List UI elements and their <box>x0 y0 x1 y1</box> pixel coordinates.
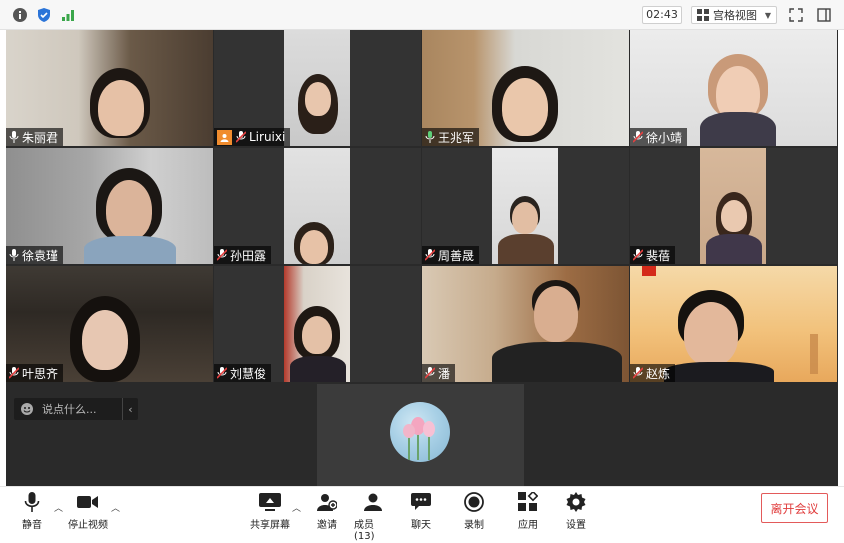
participant-name: 徐袁瑾 <box>22 248 59 263</box>
chat-bubble-icon <box>410 491 432 513</box>
video-tile[interactable]: 赵炼 <box>630 266 837 382</box>
mic-icon <box>425 131 435 143</box>
participant-name: 刘慧俊 <box>230 366 267 381</box>
video-tile[interactable]: 孙田露 <box>214 148 421 264</box>
tulip-icon <box>403 417 435 460</box>
meeting-toolbar: 静音 ︿ 停止视频 ︿ 共享屏幕 ︿ 邀请 成员(13) 聊天 录制 应用 设置… <box>0 486 844 543</box>
mic-muted-icon <box>633 367 643 379</box>
mic-muted-icon <box>236 131 246 143</box>
record-button[interactable]: 录制 <box>462 491 486 531</box>
participant-name: 周善晟 <box>438 248 475 263</box>
chat-placeholder: 说点什么... <box>42 403 97 416</box>
members-button[interactable]: 成员(13) <box>354 491 392 542</box>
party-emblem-icon <box>642 266 656 276</box>
video-tile[interactable]: 朱丽君 <box>6 30 213 146</box>
invite-button[interactable]: 邀请 <box>315 491 339 531</box>
view-mode-dropdown[interactable]: 宫格视图 ▼ <box>691 6 777 24</box>
video-tile-avatar[interactable] <box>317 384 524 486</box>
mute-options-chevron-icon[interactable]: ︿ <box>54 501 63 514</box>
participant-name: 孙田露 <box>230 248 267 263</box>
participant-name: 赵炼 <box>646 366 671 381</box>
video-tile[interactable]: 周善晟 <box>422 148 629 264</box>
participant-name: Liruixi <box>249 130 286 144</box>
apps-button[interactable]: 应用 <box>516 491 540 531</box>
apps-grid-icon <box>517 491 539 513</box>
mic-muted-icon <box>9 367 19 379</box>
sidebar-toggle-icon[interactable] <box>815 6 833 24</box>
avatar <box>390 402 450 462</box>
video-tile-active-speaker[interactable]: 王兆军 <box>422 30 629 146</box>
chat-button[interactable]: 聊天 <box>409 491 433 531</box>
mic-icon <box>21 491 43 513</box>
meeting-timer: 02:43 <box>642 6 682 24</box>
add-user-icon <box>316 491 338 513</box>
signal-icon[interactable] <box>60 7 76 23</box>
collapse-chat-button[interactable]: ‹ <box>122 398 138 420</box>
record-icon <box>463 491 485 513</box>
video-tile[interactable]: 潘 <box>422 266 629 382</box>
mic-muted-icon <box>217 249 227 261</box>
participant-name: 徐小靖 <box>646 130 683 145</box>
leave-meeting-button[interactable]: 离开会议 <box>761 493 828 523</box>
share-screen-button[interactable]: 共享屏幕 <box>249 491 291 531</box>
participant-name: 王兆军 <box>438 130 475 145</box>
stop-video-button[interactable]: 停止视频 <box>67 491 109 531</box>
mic-muted-icon <box>425 367 435 379</box>
mic-muted-icon <box>217 367 227 379</box>
emoji-icon[interactable] <box>20 402 34 416</box>
mute-button[interactable]: 静音 <box>19 491 45 531</box>
view-mode-label: 宫格视图 <box>713 9 757 22</box>
participant-name: 朱丽君 <box>22 130 59 145</box>
video-tile[interactable]: 徐袁瑾 <box>6 148 213 264</box>
chat-input[interactable]: 说点什么... ‹ <box>14 398 138 420</box>
video-tile[interactable]: Liruixi <box>214 30 421 146</box>
video-tile[interactable]: 裴蓓 <box>630 148 837 264</box>
info-icon[interactable] <box>12 7 28 23</box>
video-tile[interactable]: 徐小靖 <box>630 30 837 146</box>
video-options-chevron-icon[interactable]: ︿ <box>111 501 120 514</box>
video-tile[interactable]: 叶思齐 <box>6 266 213 382</box>
shield-icon[interactable] <box>36 7 52 23</box>
mic-muted-icon <box>425 249 435 261</box>
grid-icon <box>697 9 709 21</box>
share-options-chevron-icon[interactable]: ︿ <box>292 501 301 514</box>
mic-muted-icon <box>633 131 643 143</box>
settings-button[interactable]: 设置 <box>564 491 588 531</box>
chevron-down-icon: ▼ <box>764 10 771 20</box>
participant-name: 潘 <box>438 366 451 381</box>
video-tile[interactable]: 刘慧俊 <box>214 266 421 382</box>
mic-icon <box>9 131 19 143</box>
gear-icon <box>565 491 587 513</box>
share-screen-icon <box>259 491 281 513</box>
mic-muted-icon <box>633 249 643 261</box>
video-camera-icon <box>77 491 99 513</box>
participant-name: 叶思齐 <box>22 366 59 381</box>
fullscreen-icon[interactable] <box>787 6 805 24</box>
avatar-icon <box>217 129 232 145</box>
mic-icon <box>9 249 19 261</box>
tower-icon <box>810 334 818 374</box>
users-icon <box>362 491 384 513</box>
top-bar: 02:43 宫格视图 ▼ <box>0 0 844 30</box>
participant-name: 裴蓓 <box>646 248 671 263</box>
video-grid: 朱丽君 Liruixi 王兆军 徐小靖 徐袁瑾 孙田露 周善晟 裴蓓 叶思齐 刘… <box>6 30 838 486</box>
